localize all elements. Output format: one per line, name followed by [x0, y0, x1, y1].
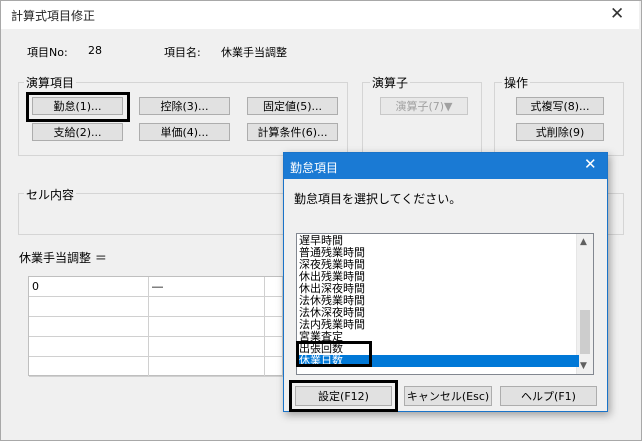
formula-cell[interactable]: [265, 317, 283, 337]
kojo-button[interactable]: 控除(3)...: [139, 97, 230, 115]
operand-group-legend: 演算項目: [24, 74, 77, 91]
formula-cell[interactable]: [29, 337, 149, 357]
formula-cell[interactable]: [149, 297, 265, 317]
keisan-joken-button[interactable]: 計算条件(6)...: [247, 123, 338, 141]
dialog-title-bar: 勤怠項目 ✕: [284, 153, 607, 179]
copy-formula-button[interactable]: 式複写(8)...: [516, 97, 604, 115]
formula-cell[interactable]: [149, 357, 265, 377]
tanka-button[interactable]: 単価(4)...: [139, 123, 230, 141]
item-name-label: 項目名:: [164, 46, 201, 59]
operator-dropdown-button[interactable]: 演算子(7)▼: [380, 97, 468, 115]
item-no-value: 28: [88, 44, 102, 57]
selected-item-highlight-box: [296, 341, 372, 367]
window-title: 計算式項目修正: [11, 9, 96, 23]
formula-cell[interactable]: [149, 317, 265, 337]
title-bar: 計算式項目修正 ✕: [1, 1, 639, 29]
dialog-prompt: 勤怠項目を選択してください。: [294, 192, 462, 206]
help-button[interactable]: ヘルプ(F1): [500, 386, 597, 406]
formula-cell[interactable]: [149, 337, 265, 357]
set-button-highlight-box: [289, 380, 398, 412]
scrollbar-thumb[interactable]: [580, 310, 590, 354]
kintai-highlight-box: [26, 92, 130, 122]
formula-cell[interactable]: [29, 317, 149, 337]
close-icon[interactable]: ✕: [610, 6, 624, 23]
operator-group: [362, 82, 482, 156]
item-name-value: 休業手当調整: [221, 46, 287, 59]
koteichi-button[interactable]: 固定値(5)...: [247, 97, 338, 115]
actions-group: [494, 82, 624, 156]
dialog-close-icon[interactable]: ✕: [584, 157, 597, 172]
scroll-down-icon[interactable]: ▼: [580, 361, 587, 371]
formula-cell[interactable]: 0: [29, 277, 149, 297]
kintai-item-dialog: 勤怠項目 ✕ 勤怠項目を選択してください。 ▲ ▼ 遅早時間 普通残業時間 深夜残業…: [283, 152, 608, 412]
formula-grid[interactable]: 0 ―: [28, 276, 284, 377]
formula-cell[interactable]: [29, 357, 149, 377]
actions-group-legend: 操作: [502, 74, 531, 91]
formula-cell[interactable]: [265, 357, 283, 377]
formula-cell[interactable]: [265, 297, 283, 317]
delete-formula-button[interactable]: 式削除(9): [516, 123, 604, 141]
formula-cell[interactable]: ―: [149, 277, 265, 297]
cancel-button[interactable]: キャンセル(Esc): [404, 386, 492, 406]
formula-cell[interactable]: [265, 337, 283, 357]
scroll-up-icon[interactable]: ▲: [580, 237, 587, 247]
operator-group-legend: 演算子: [370, 74, 411, 91]
formula-cell[interactable]: [29, 297, 149, 317]
formula-cell[interactable]: [265, 277, 283, 297]
formula-label: 休業手当調整 ＝: [19, 251, 107, 265]
item-no-label: 項目No:: [27, 46, 68, 59]
cell-content-legend: セル内容: [24, 186, 77, 203]
dialog-title: 勤怠項目: [290, 161, 339, 175]
shikyu-button[interactable]: 支給(2)...: [32, 123, 123, 141]
